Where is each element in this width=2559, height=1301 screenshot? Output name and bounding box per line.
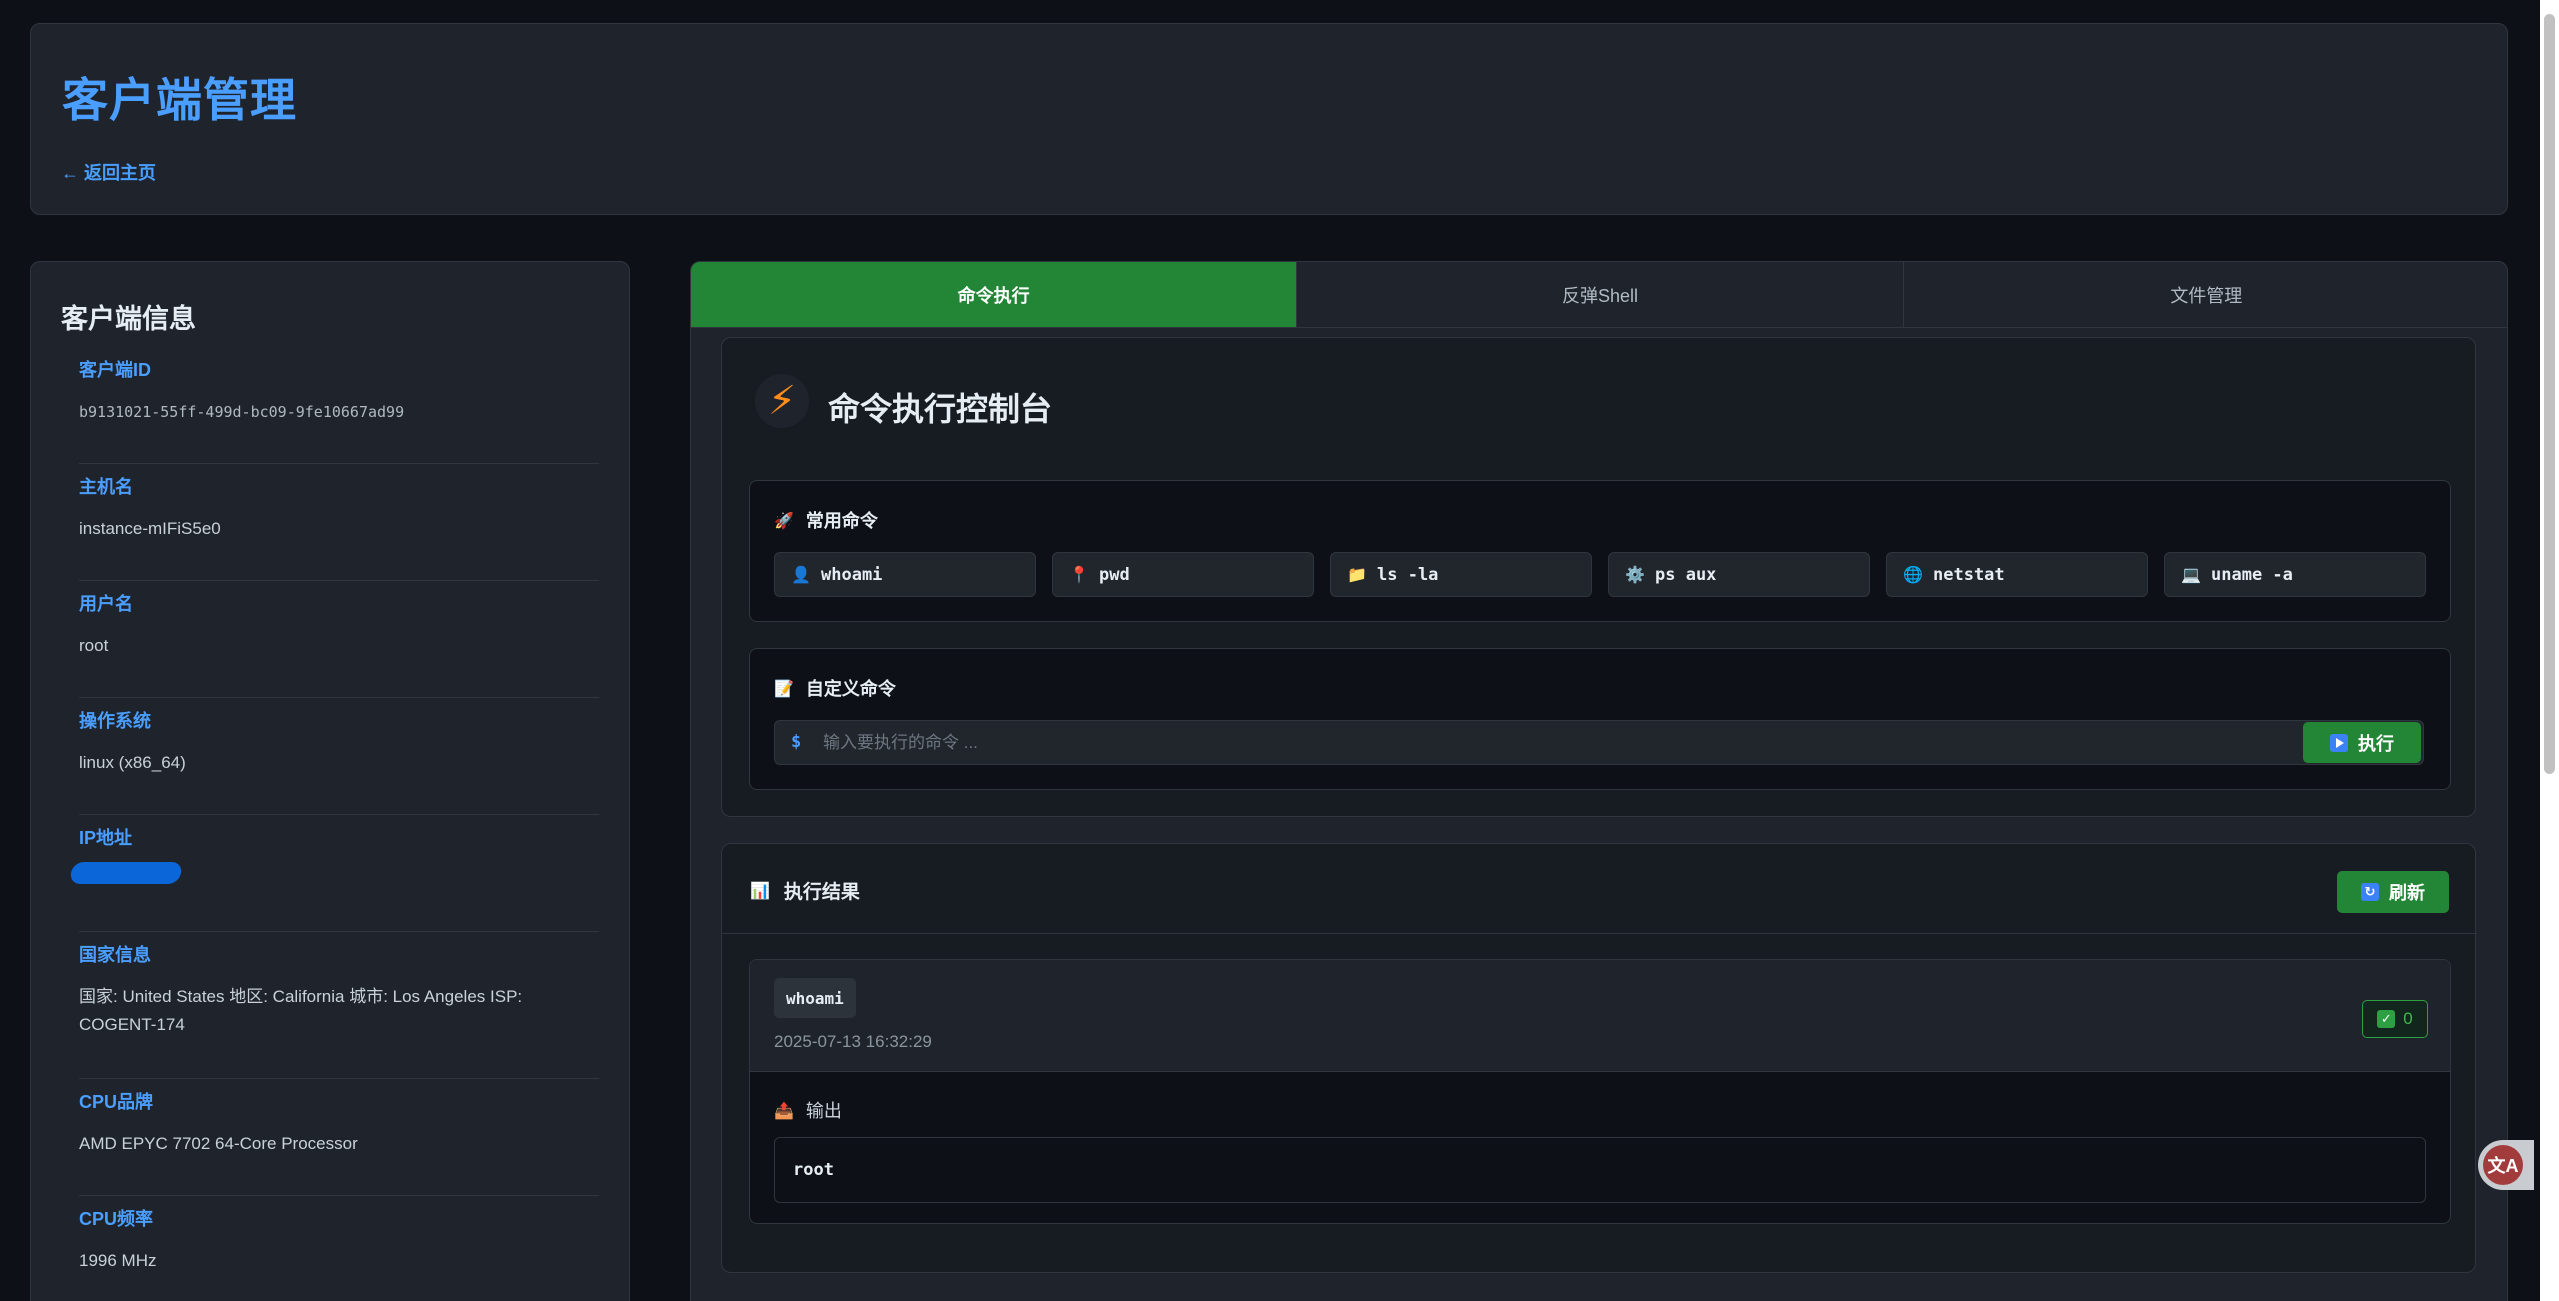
info-label: 主机名 [79, 477, 133, 497]
cmd-ls-button[interactable]: 📁 ls -la [1330, 552, 1592, 597]
common-commands-list: 👤 whoami 📍 pwd 📁 ls -la ⚙️ ps aux 🌐 nets… [774, 552, 2426, 597]
info-value: linux (x86_64) [79, 753, 186, 772]
result-timestamp: 2025-07-13 16:32:29 [774, 1032, 932, 1051]
info-hostname: 主机名 instance-mIFiS5e0 [79, 473, 599, 581]
refresh-icon: ↻ [2361, 883, 2379, 901]
execute-button[interactable]: 执行 [2303, 722, 2421, 763]
gear-icon: ⚙️ [1625, 565, 1645, 584]
info-value: AMD EPYC 7702 64-Core Processor [79, 1134, 358, 1153]
info-country: 国家信息 国家: United States 地区: California 城市… [79, 941, 599, 1079]
info-client-id: 客户端ID b9131021-55ff-499d-bc09-9fe10667ad… [79, 356, 599, 464]
page: 客户端管理 ← 返回主页 客户端信息 客户端ID b9131021-55ff-4… [0, 0, 2540, 1301]
globe-icon: 🌐 [1903, 565, 1923, 584]
cmd-label: ls -la [1377, 564, 1439, 585]
results-label: 执行结果 [783, 882, 860, 903]
info-ip-address: IP地址 [69, 824, 599, 932]
custom-command-title: 📝 自定义命令 [774, 675, 896, 701]
info-value: instance-mIFiS5e0 [79, 519, 221, 538]
results-section: 📊 执行结果 ↻ 刷新 whoami 2025-07-13 16:32:29 ✓… [721, 843, 2477, 1273]
info-label: 国家信息 [79, 945, 151, 965]
common-commands-label: 常用命令 [805, 511, 878, 531]
info-label: CPU品牌 [79, 1092, 154, 1112]
info-label: IP地址 [79, 828, 133, 848]
page-scrollbar[interactable] [2540, 0, 2559, 1301]
info-value: b9131021-55ff-499d-bc09-9fe10667ad99 [79, 403, 405, 421]
tab-file-management[interactable]: 文件管理 [1904, 262, 2507, 327]
translate-float-button[interactable]: 文A [2478, 1140, 2534, 1190]
command-console: ⚡ 命令执行控制台 🚀 常用命令 👤 whoami 📍 pwd 📁 ls -la… [721, 337, 2476, 817]
main-panel: 命令执行 反弹Shell 文件管理 ⚡ 命令执行控制台 🚀 常用命令 👤 who… [690, 261, 2508, 1301]
cmd-ps-button[interactable]: ⚙️ ps aux [1608, 552, 1870, 597]
client-info-title: 客户端信息 [61, 304, 196, 334]
output-box: root [774, 1137, 2426, 1203]
tab-reverse-shell[interactable]: 反弹Shell [1297, 262, 1904, 327]
result-entry: whoami 2025-07-13 16:32:29 ✓ 0 📤 输出 root [749, 959, 2451, 1224]
pin-icon: 📍 [1069, 565, 1089, 584]
cmd-label: pwd [1099, 564, 1130, 585]
info-username: 用户名 root [79, 590, 599, 698]
console-title: 命令执行控制台 [828, 391, 1053, 427]
client-info-panel: 客户端信息 客户端ID b9131021-55ff-499d-bc09-9fe1… [30, 261, 630, 1301]
info-label: 操作系统 [79, 711, 151, 731]
common-commands-box: 🚀 常用命令 👤 whoami 📍 pwd 📁 ls -la ⚙️ ps aux… [749, 480, 2451, 622]
rocket-icon: 🚀 [774, 510, 794, 530]
output-text: root [793, 1160, 834, 1180]
info-label: CPU频率 [79, 1209, 154, 1229]
cmd-label: uname -a [2211, 564, 2293, 585]
exit-status-badge: ✓ 0 [2362, 1000, 2428, 1038]
command-input-row: $ 执行 [774, 720, 2424, 765]
results-header: 📊 执行结果 ↻ 刷新 [722, 844, 2477, 934]
cmd-whoami-button[interactable]: 👤 whoami [774, 552, 1036, 597]
info-label: 用户名 [79, 594, 133, 614]
play-icon [2330, 733, 2348, 752]
outbox-icon: 📤 [774, 1100, 794, 1120]
laptop-icon: 💻 [2181, 565, 2201, 584]
translate-icon: 文A [2483, 1145, 2523, 1185]
cmd-pwd-button[interactable]: 📍 pwd [1052, 552, 1314, 597]
info-value: root [79, 636, 109, 655]
info-os: 操作系统 linux (x86_64) [79, 707, 599, 815]
lightning-icon: ⚡ [755, 374, 809, 428]
check-icon: ✓ [2377, 1010, 2396, 1028]
results-title: 📊 执行结果 [750, 877, 860, 904]
refresh-label: 刷新 [2389, 883, 2425, 903]
cmd-netstat-button[interactable]: 🌐 netstat [1886, 552, 2148, 597]
info-value: 1996 MHz [79, 1251, 157, 1270]
memo-icon: 📝 [774, 678, 794, 698]
prompt-symbol: $ [791, 732, 802, 752]
cmd-label: whoami [821, 564, 883, 585]
exit-code: 0 [2403, 1009, 2413, 1028]
output-label: 📤 输出 [774, 1097, 842, 1123]
folder-icon: 📁 [1347, 565, 1367, 584]
result-entry-header: whoami 2025-07-13 16:32:29 ✓ 0 [750, 960, 2450, 1072]
info-cpu-freq: CPU频率 1996 MHz [79, 1205, 599, 1301]
command-input[interactable] [823, 721, 2293, 764]
chart-icon: 📊 [750, 881, 770, 900]
user-icon: 👤 [791, 565, 811, 584]
info-label: 客户端ID [79, 360, 151, 380]
output-label-text: 输出 [805, 1101, 842, 1121]
refresh-button[interactable]: ↻ 刷新 [2337, 871, 2449, 913]
cmd-label: netstat [1933, 564, 2005, 585]
result-command: whoami [774, 978, 856, 1018]
cmd-label: ps aux [1655, 564, 1717, 585]
execute-label: 执行 [2358, 733, 2394, 754]
redacted-ip-mark [69, 862, 183, 884]
info-value: 国家: United States 地区: California 城市: Los… [79, 987, 523, 1034]
page-title: 客户端管理 [62, 74, 297, 126]
tab-command-exec[interactable]: 命令执行 [691, 262, 1298, 327]
custom-command-box: 📝 自定义命令 $ 执行 [749, 648, 2451, 790]
cmd-uname-button[interactable]: 💻 uname -a [2164, 552, 2426, 597]
tab-bar: 命令执行 反弹Shell 文件管理 [691, 262, 2507, 328]
page-header: 客户端管理 ← 返回主页 [30, 23, 2508, 215]
info-cpu-brand: CPU品牌 AMD EPYC 7702 64-Core Processor [79, 1088, 599, 1196]
common-commands-title: 🚀 常用命令 [774, 507, 878, 533]
custom-command-label: 自定义命令 [805, 679, 896, 699]
scrollbar-thumb[interactable] [2544, 14, 2555, 774]
back-to-home-link[interactable]: ← 返回主页 [61, 159, 156, 185]
